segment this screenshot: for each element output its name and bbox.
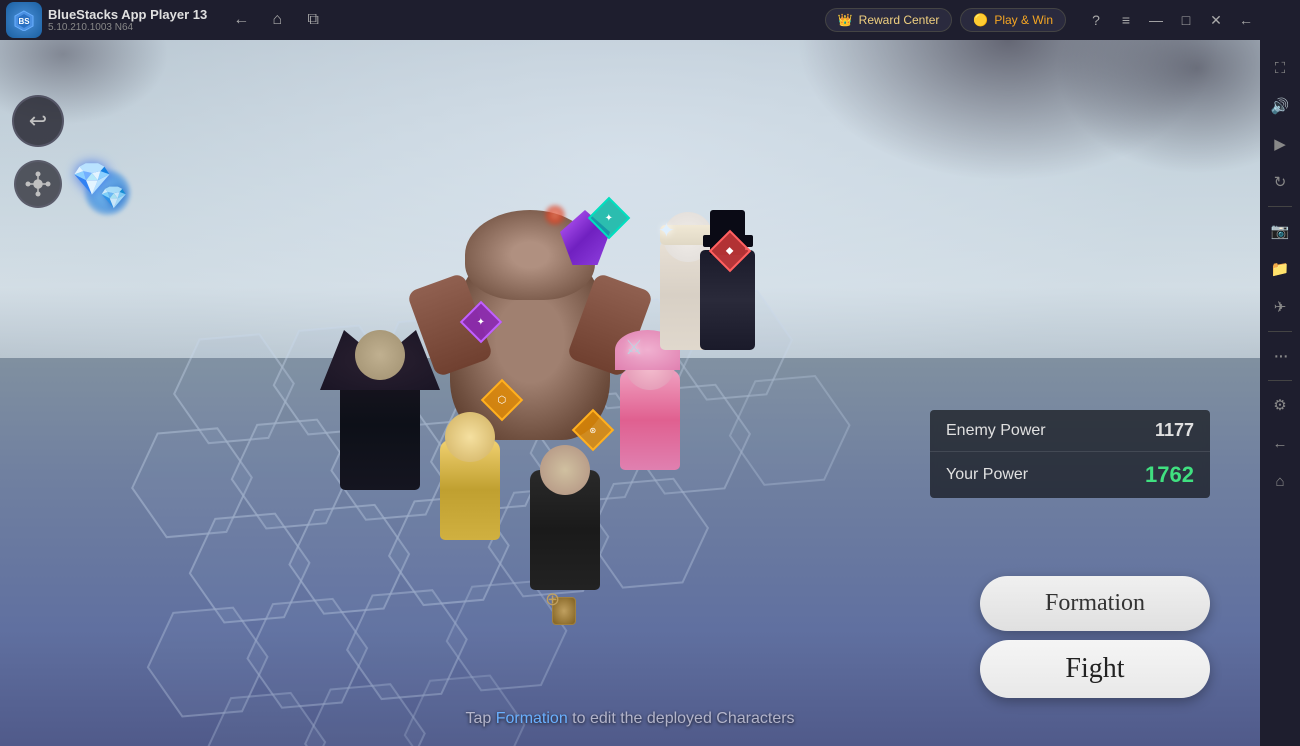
enemy-power-row: Enemy Power 1177 (930, 410, 1210, 452)
crystals-decoration-2: 💎 (100, 185, 127, 211)
game-area: 💎 💎 ✦ ◆ ✦ (0, 40, 1260, 746)
hint-text: Tap Formation to edit the deployed Chara… (465, 710, 794, 728)
app-title-section: BlueStacks App Player 13 5.10.210.1003 N… (48, 7, 207, 33)
volume-button[interactable]: 🔊 (1262, 88, 1298, 124)
play-win-button[interactable]: 🟡 Play & Win (960, 8, 1066, 32)
help-button[interactable]: ? (1082, 6, 1110, 34)
hint-suffix: to edit the deployed Characters (568, 710, 795, 727)
reward-center-label: Reward Center (859, 13, 940, 27)
crown-icon: 👑 (838, 13, 853, 27)
minimize-button[interactable]: — (1142, 6, 1170, 34)
your-power-row: Your Power 1762 (930, 452, 1210, 498)
sidebar-home-button[interactable]: ⌂ (1262, 463, 1298, 499)
settings-button[interactable]: ⚙ (1262, 387, 1298, 423)
network-button[interactable] (14, 160, 62, 208)
titlebar: BS BlueStacks App Player 13 5.10.210.100… (0, 0, 1260, 40)
char-pink (620, 370, 680, 470)
app-name: BlueStacks App Player 13 (48, 7, 207, 22)
close-button[interactable]: ✕ (1202, 6, 1230, 34)
stats-panel: Enemy Power 1177 Your Power 1762 (930, 410, 1210, 498)
enemy-power-value: 1177 (1155, 420, 1194, 441)
reward-center-button[interactable]: 👑 Reward Center (825, 8, 953, 32)
nav-home-button[interactable]: ⌂ (263, 6, 291, 34)
sidebar-back-button[interactable]: ← (1262, 425, 1298, 461)
hint-prefix: Tap (465, 710, 495, 727)
back-nav-button[interactable]: ← (1232, 6, 1260, 34)
sidebar-divider-3 (1268, 380, 1292, 381)
window-controls: ? ≡ — □ ✕ ← (1082, 6, 1260, 34)
sidebar-divider-1 (1268, 206, 1292, 207)
sidebar-divider-2 (1268, 331, 1292, 332)
fight-button[interactable]: Fight (980, 640, 1210, 698)
svg-text:BS: BS (18, 17, 30, 26)
app-version: 5.10.210.1003 N64 (48, 22, 207, 33)
your-power-label: Your Power (946, 466, 1028, 484)
play-win-label: Play & Win (994, 13, 1053, 27)
hint-formation-link[interactable]: Formation (496, 710, 568, 727)
coin-icon: 🟡 (973, 13, 988, 27)
formation-button[interactable]: Formation (980, 576, 1210, 631)
enemy-monster (450, 240, 610, 440)
char-yellow (440, 440, 500, 540)
energy-orb-red (545, 205, 565, 225)
menu-button[interactable]: ≡ (1112, 6, 1140, 34)
swords-icon: ⚔ (625, 335, 643, 360)
folder-button[interactable]: 📁 (1262, 251, 1298, 287)
enemy-power-label: Enemy Power (946, 422, 1046, 440)
bluestacks-logo: BS (6, 2, 42, 38)
right-sidebar: ⛶ 🔊 ▶ ↻ 📷 📁 ✈ ··· ⚙ ← ⌂ (1260, 0, 1300, 746)
char-dark-wings (340, 360, 420, 490)
star-effect: ✦ (658, 218, 675, 243)
fullscreen-button[interactable]: ⛶ (1262, 50, 1298, 86)
back-button[interactable]: ↩ (12, 95, 64, 147)
plane-button[interactable]: ✈ (1262, 289, 1298, 325)
maximize-button[interactable]: □ (1172, 6, 1200, 34)
nav-back-button[interactable]: ← (227, 6, 255, 34)
sync-button[interactable]: ↻ (1262, 164, 1298, 200)
video-button[interactable]: ▶ (1262, 126, 1298, 162)
nav-tabs-button[interactable]: ⧉ (299, 6, 327, 34)
your-power-value: 1762 (1145, 462, 1194, 488)
screenshot-button[interactable]: 📷 (1262, 213, 1298, 249)
char-black-center (530, 470, 600, 590)
more-button[interactable]: ··· (1262, 338, 1298, 374)
titlebar-nav: ← ⌂ ⧉ (227, 6, 327, 34)
